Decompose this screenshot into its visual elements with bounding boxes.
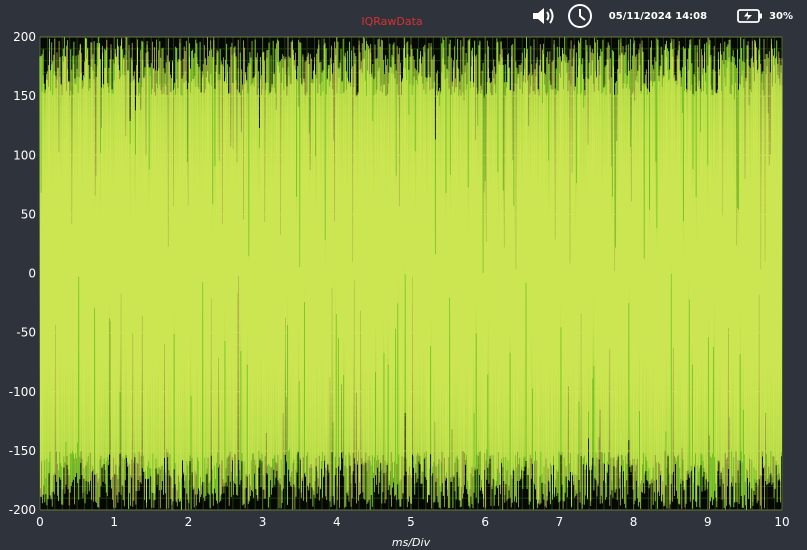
x-tick-label: 3 [259, 515, 267, 529]
y-tick-label: 150 [13, 89, 36, 103]
x-tick-label: 9 [704, 515, 712, 529]
x-tick-label: 2 [185, 515, 193, 529]
y-tick-label: 0 [28, 267, 36, 281]
x-tick-label: 1 [110, 515, 118, 529]
x-tick-label: 10 [774, 515, 789, 529]
x-axis-label: ms/Div [392, 536, 431, 549]
y-tick-label: -200 [9, 503, 36, 517]
x-tick-label: 6 [481, 515, 489, 529]
trace-layer [39, 36, 783, 511]
x-tick-label: 0 [36, 515, 44, 529]
app-window: 05/11/2024 14:08 30% IQRawData 200 150 100… [0, 0, 807, 550]
y-tick-label: -100 [9, 385, 36, 399]
y-tick-label: -150 [9, 444, 36, 458]
iq-raw-data-chart[interactable]: 200150100500-50-100-150-2000 1 2 3 4 5 6 7 8 9 10 … [0, 0, 807, 550]
y-tick-label: 50 [21, 207, 36, 221]
x-tick-label: 4 [333, 515, 341, 529]
y-tick-label: -50 [16, 326, 36, 340]
y-tick-label: 100 [13, 148, 36, 162]
x-tick-label: 8 [630, 515, 638, 529]
x-tick-label: 7 [556, 515, 564, 529]
x-tick-label: 5 [407, 515, 415, 529]
y-tick-label: 200 [13, 30, 36, 44]
